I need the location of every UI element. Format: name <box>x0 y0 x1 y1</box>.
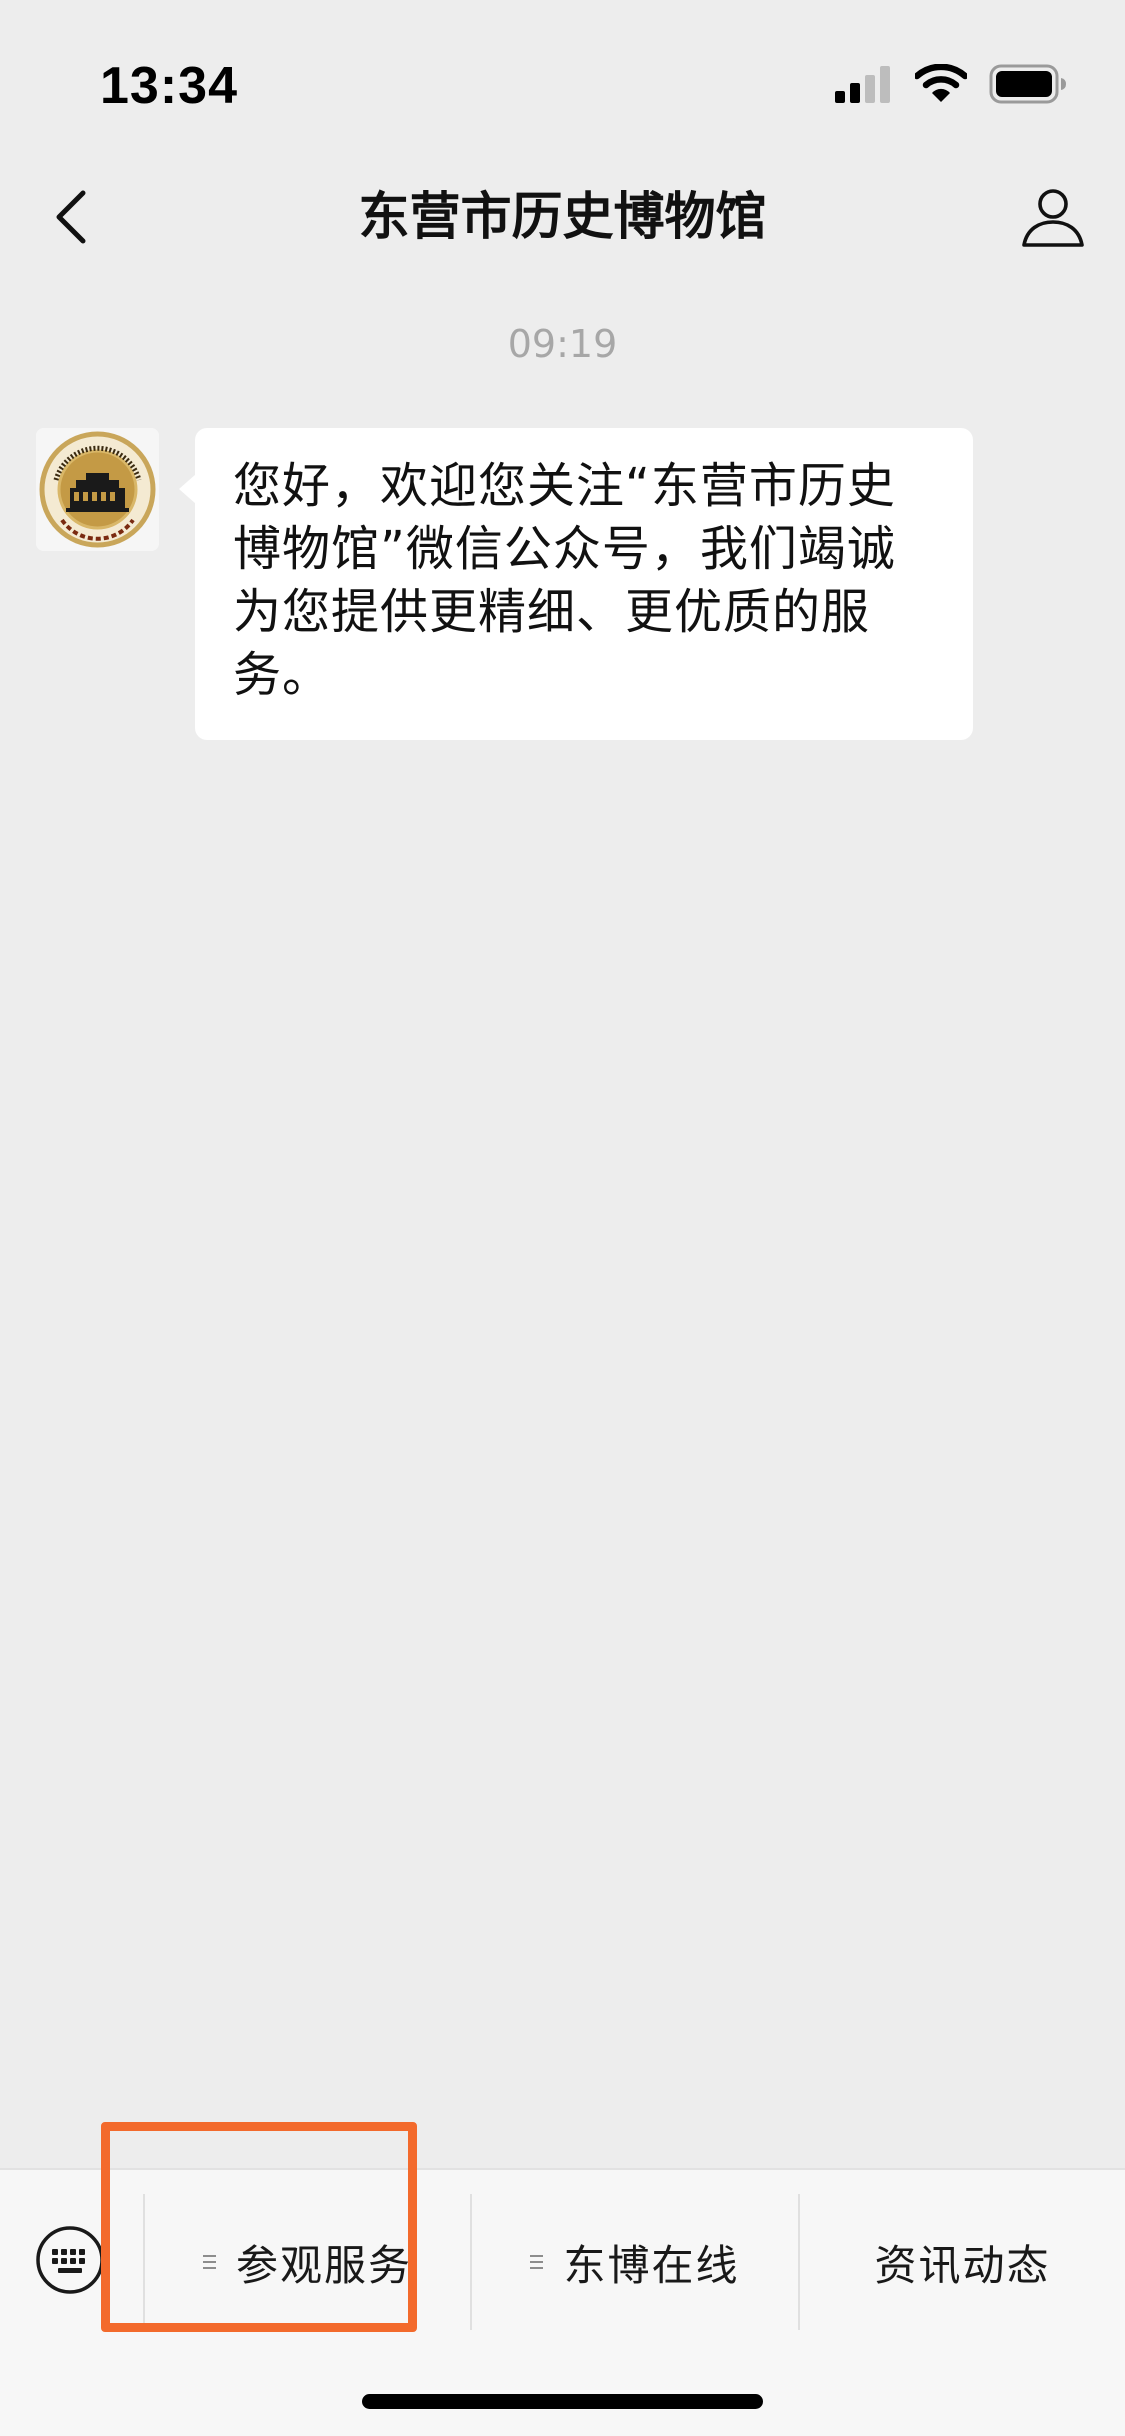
page-title: 东营市历史博物馆 <box>358 188 767 247</box>
menu-item-label: 参观服务 <box>235 2240 412 2290</box>
status-icons <box>835 63 1067 108</box>
back-button[interactable] <box>40 182 100 252</box>
keyboard-toggle-button[interactable] <box>32 2222 108 2298</box>
status-bar: 13:34 <box>0 0 1125 160</box>
menu-item-dongbo-online[interactable]: 东博在线 <box>472 2192 798 2332</box>
message-bubble[interactable]: 您好，欢迎您关注“东营市历史博物馆”微信公众号，我们竭诚为您提供更精细、更优质的… <box>195 428 973 740</box>
chat-timestamp: 09:19 <box>507 322 618 366</box>
submenu-lines-icon <box>530 2254 544 2270</box>
submenu-lines-icon <box>202 2254 216 2270</box>
museum-logo-icon <box>36 428 159 551</box>
menu-item-label: 资讯动态 <box>874 2240 1051 2290</box>
avatar[interactable] <box>36 428 159 551</box>
home-indicator[interactable] <box>362 2394 763 2409</box>
cellular-signal-icon <box>835 65 893 107</box>
nav-bar: 东营市历史博物馆 <box>0 160 1125 275</box>
menu-item-visit-service[interactable]: 参观服务 <box>145 2192 470 2332</box>
status-time: 13:34 <box>100 57 238 115</box>
bubble-tail <box>179 474 196 504</box>
profile-button[interactable] <box>1013 180 1093 256</box>
battery-icon <box>989 64 1067 108</box>
person-icon <box>1022 189 1084 247</box>
menu-item-news[interactable]: 资讯动态 <box>800 2192 1125 2332</box>
wechat-chat-screen: 13:34 东营市历史博物馆 09:19 您好，欢迎您关注“东营市历史博物馆”微… <box>0 0 1125 2436</box>
keyboard-icon <box>36 2226 104 2294</box>
wifi-icon <box>913 63 969 108</box>
menu-item-label: 东博在线 <box>563 2240 740 2290</box>
chevron-left-icon <box>56 190 86 244</box>
